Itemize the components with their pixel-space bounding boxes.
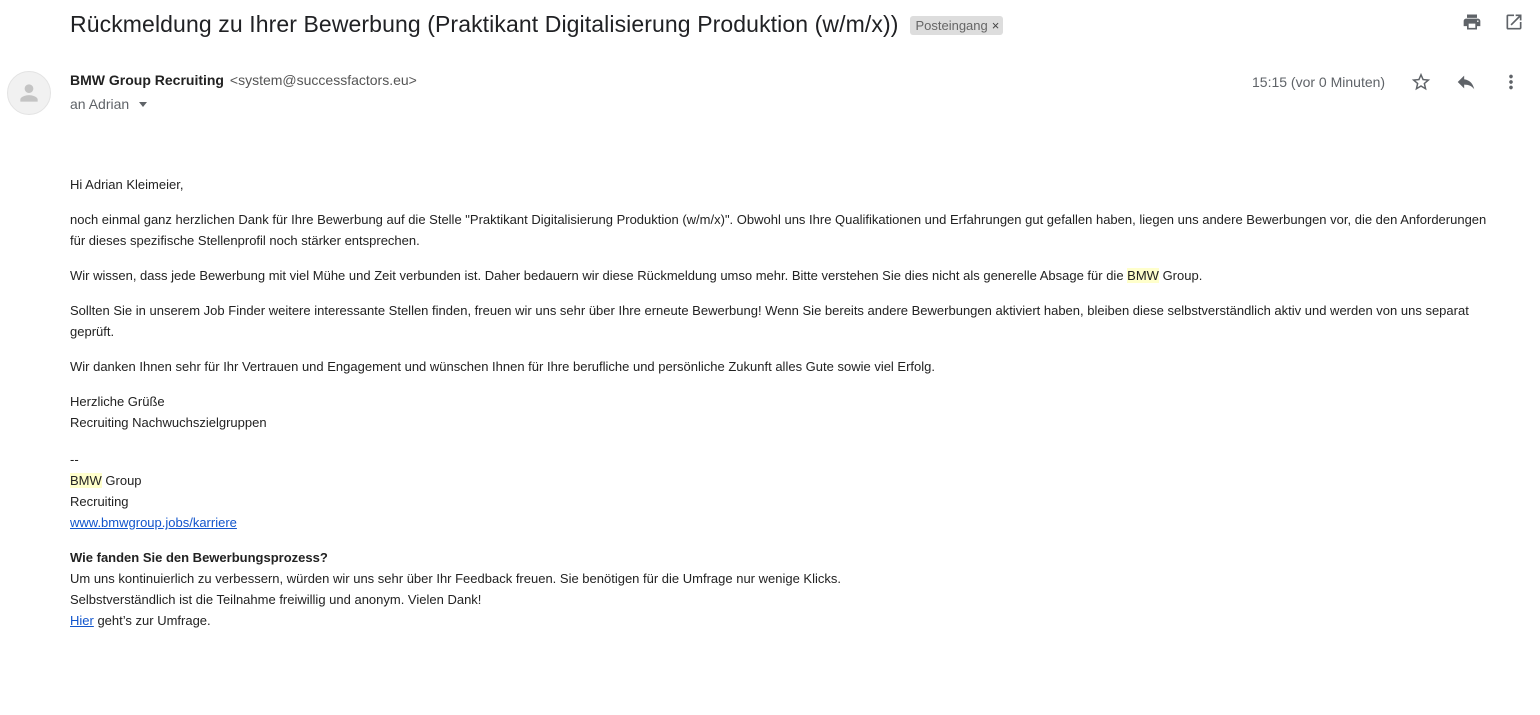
email-subject: Rückmeldung zu Ihrer Bewerbung (Praktika… <box>70 10 899 37</box>
sign-off: Herzliche Grüße Recruiting Nachwuchsziel… <box>70 391 1490 433</box>
signature-highlighted-term: BMW <box>70 473 102 488</box>
message-actions <box>1410 71 1522 93</box>
chevron-down-icon[interactable] <box>139 102 148 107</box>
star-icon[interactable] <box>1410 71 1432 93</box>
body-paragraph-3: Sollten Sie in unserem Job Finder weiter… <box>70 303 1469 339</box>
career-site-link[interactable]: www.bmwgroup.jobs/karriere <box>70 515 237 530</box>
survey-title: Wie fanden Sie den Bewerbungsprozess? <box>70 550 328 565</box>
survey-link[interactable]: Hier <box>70 613 94 628</box>
signature-separator: -- <box>70 452 79 467</box>
label-chip-text: Posteingang <box>915 17 988 33</box>
sender-email: <system@successfactors.eu> <box>229 72 417 88</box>
reply-icon[interactable] <box>1455 71 1477 93</box>
message-body: Hi Adrian Kleimeier, noch einmal ganz he… <box>70 174 1490 631</box>
print-icon[interactable] <box>1462 12 1482 32</box>
more-vert-icon[interactable] <box>1500 71 1522 93</box>
team-name: Recruiting Nachwuchszielgruppen <box>70 415 267 430</box>
person-avatar-icon <box>20 84 38 102</box>
email-subject-bar: Rückmeldung zu Ihrer Bewerbung (Praktika… <box>70 8 1004 40</box>
sender-avatar[interactable] <box>7 71 51 115</box>
signature-company: BMW Group <box>70 470 1490 491</box>
sender-line: BMW Group Recruiting <system@successfact… <box>70 72 417 88</box>
body-paragraph-1: noch einmal ganz herzlichen Dank für Ihr… <box>70 212 1487 248</box>
body-paragraph-4: Wir danken Ihnen sehr für Ihr Vertrauen … <box>70 359 936 374</box>
closing-text: Herzliche Grüße <box>70 394 165 409</box>
recipient-details-toggle[interactable]: an Adrian <box>70 96 148 112</box>
message-timestamp: 15:15 (vor 0 Minuten) <box>1252 74 1386 90</box>
open-in-new-window-icon[interactable] <box>1504 12 1524 32</box>
survey-link-suffix: geht’s zur Umfrage. <box>93 613 211 628</box>
signature-department: Recruiting <box>70 494 129 509</box>
survey-line-2: Selbstverständlich ist die Teilnahme fre… <box>70 592 482 607</box>
survey-line-3: Hier geht’s zur Umfrage. <box>70 610 1490 631</box>
label-chip-inbox[interactable]: Posteingang × <box>910 15 1004 35</box>
body-paragraph-2: Wir wissen, dass jede Bewerbung mit viel… <box>70 265 1490 286</box>
survey-block: Wie fanden Sie den Bewerbungsprozess? Um… <box>70 547 1490 631</box>
survey-line-1: Um uns kontinuierlich zu verbessern, wür… <box>70 571 841 586</box>
thread-actions <box>1462 12 1524 32</box>
recipient-text: an Adrian <box>70 96 130 112</box>
paragraph-2-end: Group. <box>1158 268 1203 283</box>
highlighted-term: BMW <box>1127 268 1159 283</box>
sender-name[interactable]: BMW Group Recruiting <box>70 72 224 88</box>
signature-group: Group <box>101 473 142 488</box>
paragraph-2-text: Wir wissen, dass jede Bewerbung mit viel… <box>70 268 1128 283</box>
signature: -- BMW Group Recruiting www.bmwgroup.job… <box>70 449 1490 533</box>
greeting: Hi Adrian Kleimeier, <box>70 177 184 192</box>
remove-label-icon[interactable]: × <box>992 18 1000 33</box>
